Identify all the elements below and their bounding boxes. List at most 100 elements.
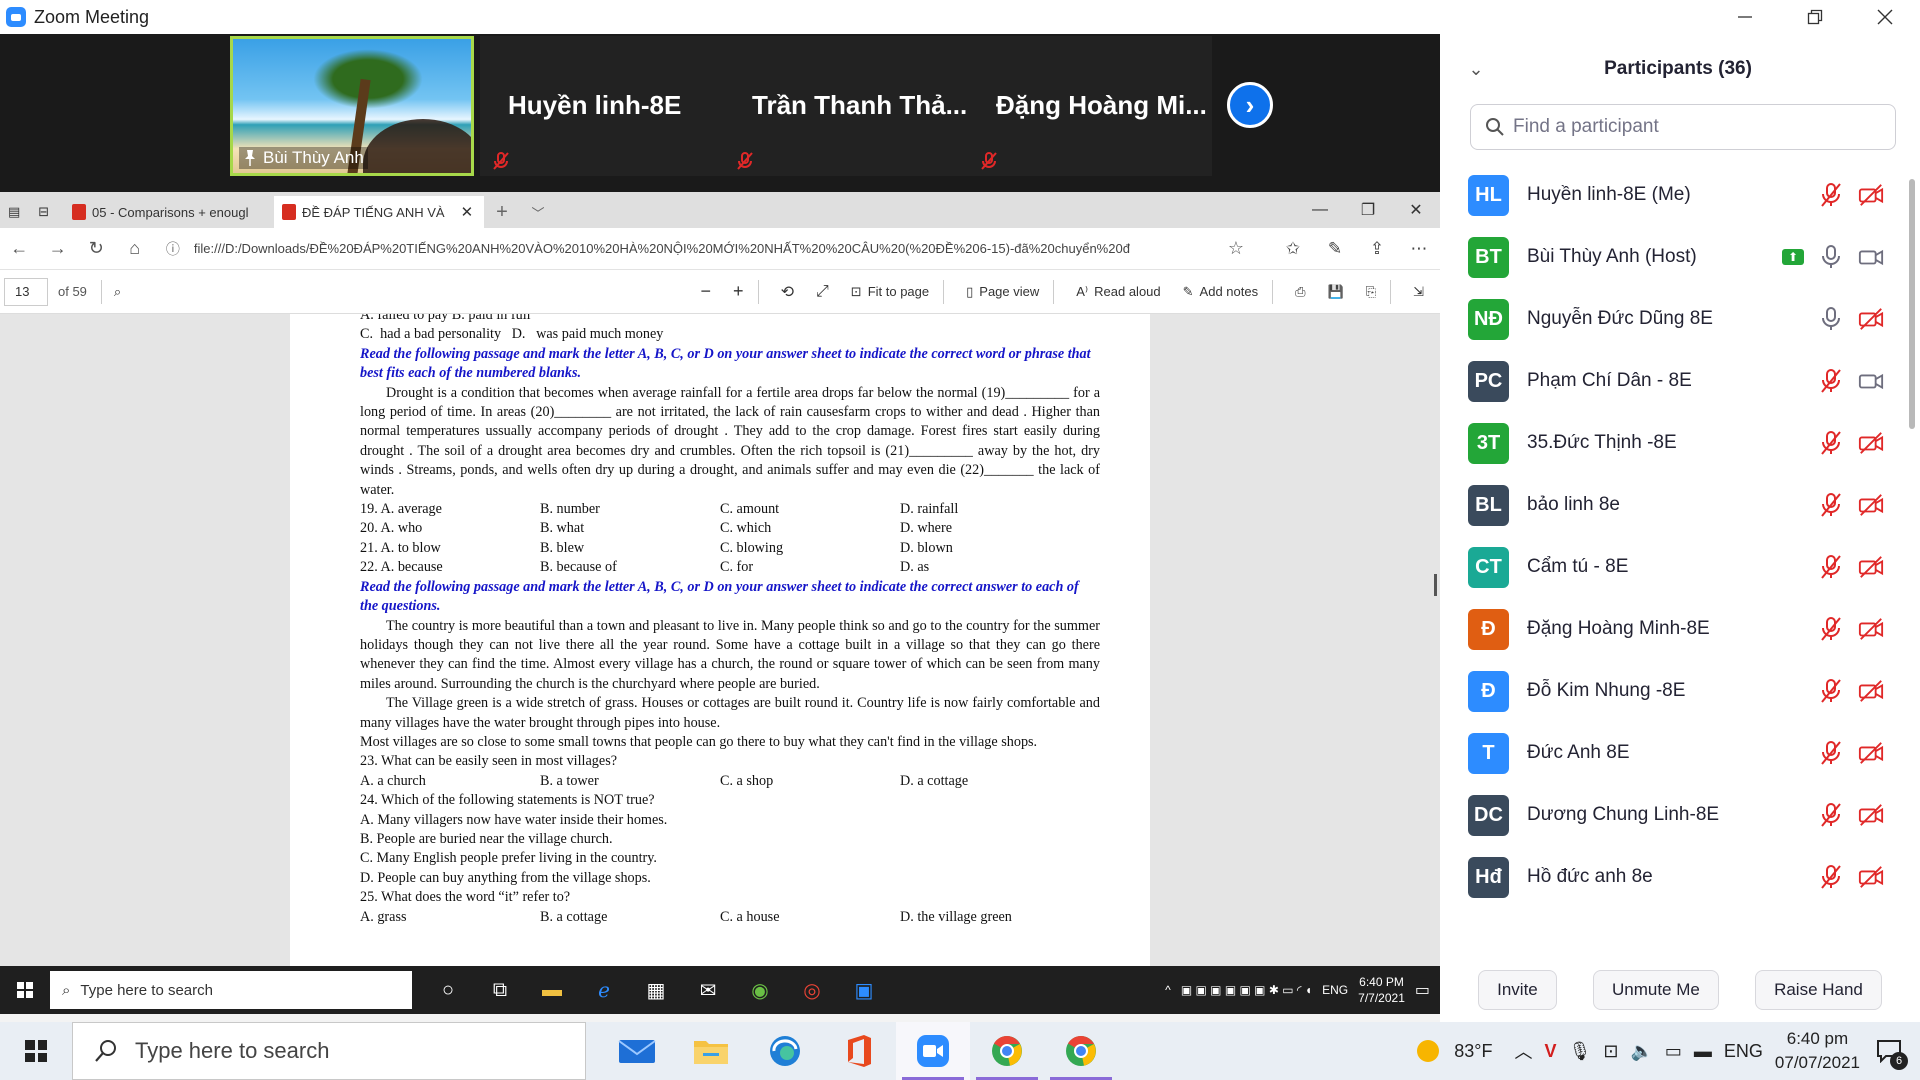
video-icon[interactable] [1858,368,1884,394]
app-icon[interactable]: ◉ [734,966,786,1014]
network-icon[interactable]: ⊡ [1603,1041,1618,1062]
pin-toolbar-icon[interactable]: ⇲ [1413,284,1424,300]
weather-temp[interactable]: 83°F [1454,1041,1492,1062]
muted-mic-icon[interactable] [1818,678,1844,704]
video-off-icon[interactable] [1858,306,1884,332]
close-button[interactable] [1850,0,1920,34]
start-button[interactable] [0,1022,72,1080]
find-icon[interactable]: ⌕ [114,284,121,300]
video-off-icon[interactable] [1858,616,1884,642]
participant-row[interactable]: T Đức Anh 8E [1440,722,1900,784]
tab-close-icon[interactable]: ✕ [461,203,474,221]
chrome-app-2[interactable] [1044,1022,1118,1080]
more-icon[interactable]: ⋯ [1398,239,1440,259]
raise-hand-button[interactable]: Raise Hand [1755,970,1882,1010]
zoom-app[interactable] [896,1022,970,1080]
video-off-icon[interactable] [1858,430,1884,456]
video-tile[interactable]: Huyền linh-8E [480,36,724,176]
video-off-icon[interactable] [1858,740,1884,766]
language-indicator[interactable]: ENG [1322,983,1348,997]
task-view-icon[interactable]: ⧉ [474,966,526,1014]
muted-mic-icon[interactable] [1818,802,1844,828]
muted-mic-icon[interactable] [1818,864,1844,890]
zoom-out-icon[interactable]: − [701,281,712,302]
page-view-button[interactable]: ▯ Page view [966,284,1039,300]
save-icon[interactable]: 💾 [1328,284,1344,300]
minimize-button[interactable] [1710,0,1780,34]
print-icon[interactable]: ⎙ [1295,284,1305,300]
tab-list-button[interactable]: ﹀ [520,196,556,228]
browser-tab-active[interactable]: ĐỀ ĐÁP TIẾNG ANH VÀ ✕ [274,196,484,228]
participant-row[interactable]: NĐ Nguyễn Đức Dũng 8E [1440,288,1900,350]
url-field[interactable]: ⓘ file:///D:/Downloads/ĐỀ%20ĐÁP%20TIẾNG%… [160,233,1220,265]
tray-chevron-icon[interactable]: ^ [1165,983,1171,997]
pdf-scrollbar[interactable] [1434,574,1437,596]
save-as-icon[interactable]: ⎘ [1366,284,1376,300]
browser-tab[interactable]: 05 - Comparisons + enougl [64,196,274,228]
notification-center-button[interactable]: 6 [1872,1036,1908,1070]
invite-button[interactable]: Invite [1478,970,1557,1010]
muted-mic-icon[interactable] [1818,430,1844,456]
tray-app-icon[interactable]: V [1544,1041,1556,1062]
notification-icon[interactable]: ▭ [1415,980,1430,1000]
office-app[interactable] [822,1022,896,1080]
display-icon[interactable]: ▭ [1665,1041,1682,1062]
video-tile[interactable]: Đặng Hoàng Mi... [968,36,1212,176]
participant-search-input[interactable] [1513,116,1873,138]
muted-mic-icon[interactable] [1818,616,1844,642]
windows-start-icon[interactable] [0,966,50,1014]
participant-row[interactable]: DC Dương Chung Linh-8E [1440,784,1900,846]
shared-clock[interactable]: 6:40 PM 7/7/2021 [1358,974,1405,1006]
browser-restore-button[interactable]: ❐ [1344,192,1392,228]
video-off-icon[interactable] [1858,554,1884,580]
next-video-page-button[interactable]: › [1227,82,1273,128]
video-off-icon[interactable] [1858,864,1884,890]
muted-mic-icon[interactable] [1818,554,1844,580]
forward-button[interactable]: → [38,228,76,270]
participant-row[interactable]: PC Phạm Chí Dân - 8E [1440,350,1900,412]
video-tile[interactable]: Trần Thanh Thả... [724,36,968,176]
participant-row[interactable]: BT Bùi Thùy Anh (Host) ⬆ [1440,226,1900,288]
participant-row[interactable]: Đ Đặng Hoàng Minh-8E [1440,598,1900,660]
video-tile-active-speaker[interactable]: Bùi Thùy Anh [230,36,474,176]
cortana-icon[interactable]: ○ [422,966,474,1014]
video-off-icon[interactable] [1858,492,1884,518]
participant-row[interactable]: BL bảo linh 8e [1440,474,1900,536]
mic-icon[interactable] [1818,244,1844,270]
file-explorer-icon[interactable]: ▬ [526,966,578,1014]
chrome-icon[interactable]: ◎ [786,966,838,1014]
home-button[interactable]: ⌂ [115,228,153,270]
participant-row[interactable]: 3T 35.Đức Thịnh -8E [1440,412,1900,474]
taskbar-search[interactable]: Type here to search [72,1022,586,1080]
shared-taskbar-search[interactable]: ⌕ Type here to search [50,971,412,1009]
video-off-icon[interactable] [1858,802,1884,828]
tray-chevron-icon[interactable]: ︿ [1514,1038,1532,1064]
favorite-star-icon[interactable]: ☆ [1228,238,1244,259]
microphone-icon[interactable]: 🎙 [1569,1041,1592,1062]
language-indicator[interactable]: ENG [1724,1041,1763,1062]
edge-icon[interactable]: ℯ [578,966,630,1014]
participant-row[interactable]: HL Huyền linh-8E (Me) [1440,164,1900,226]
volume-icon[interactable]: 🔈 [1630,1041,1652,1062]
collapse-chevron-icon[interactable]: ⌄ [1456,59,1496,80]
back-button[interactable]: ← [0,228,38,270]
video-off-icon[interactable] [1858,182,1884,208]
browser-minimize-button[interactable]: — [1296,192,1344,228]
zoom-icon[interactable]: ▣ [838,966,890,1014]
participant-row[interactable]: Hđ Hồ đức anh 8e [1440,846,1900,908]
mail-icon[interactable]: ✉ [682,966,734,1014]
new-tab-button[interactable]: + [484,196,520,228]
zoom-in-icon[interactable]: + [733,281,744,302]
participant-row[interactable]: CT Cẩm tú - 8E [1440,536,1900,598]
pen-icon[interactable]: ✎ [1314,239,1356,259]
favorites-icon[interactable]: ✩ [1272,239,1314,259]
muted-mic-icon[interactable] [1818,368,1844,394]
mic-icon[interactable] [1818,306,1844,332]
muted-mic-icon[interactable] [1818,492,1844,518]
taskbar-clock[interactable]: 6:40 pm 07/07/2021 [1775,1027,1860,1075]
unmute-me-button[interactable]: Unmute Me [1592,970,1719,1010]
file-explorer-app[interactable] [674,1022,748,1080]
browser-close-button[interactable]: ✕ [1392,192,1440,228]
tab-actions[interactable]: ▤ ⊟ [0,196,64,228]
page-number-input[interactable]: 13 [4,277,48,306]
